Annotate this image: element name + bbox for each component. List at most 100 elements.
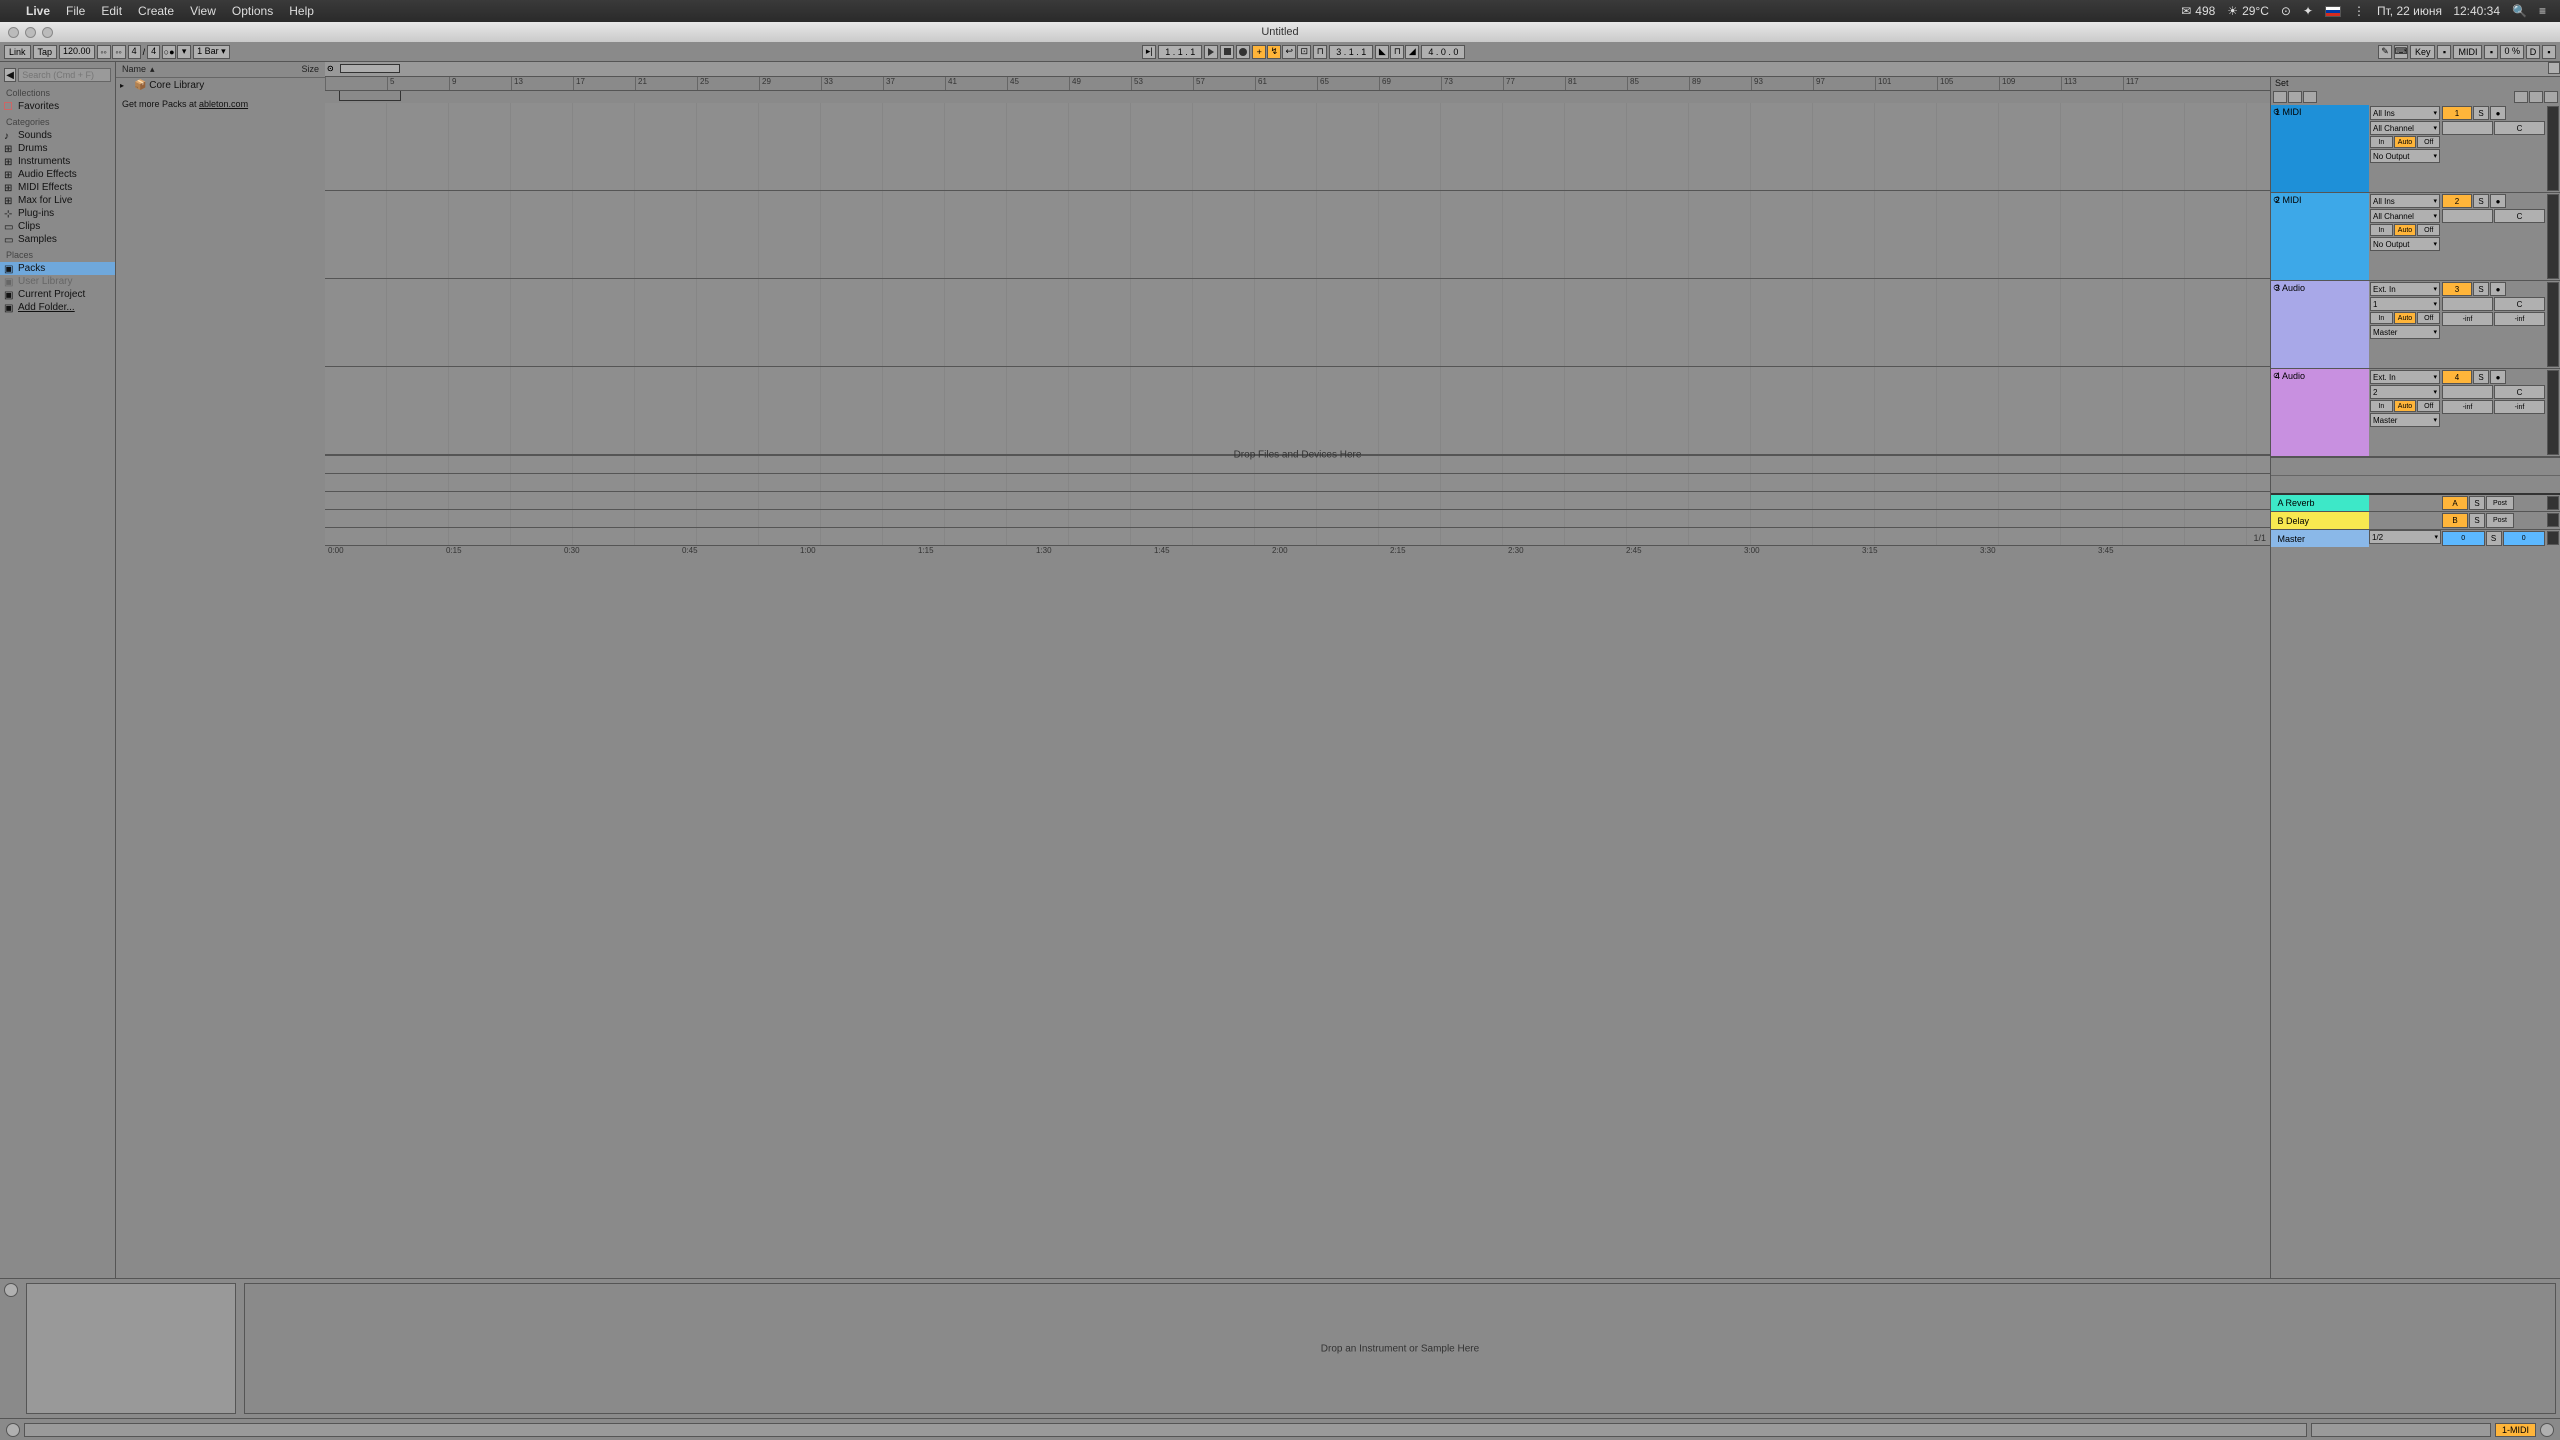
input-channel-select[interactable]: All Channel bbox=[2370, 209, 2440, 223]
automation-lane-header[interactable] bbox=[2271, 458, 2560, 476]
input-type-select[interactable]: All Ins bbox=[2370, 194, 2440, 208]
draw-mode-button[interactable]: ✎ bbox=[2378, 45, 2392, 59]
track-lane[interactable] bbox=[325, 367, 2270, 455]
arrangement-overview[interactable] bbox=[325, 62, 2560, 77]
master-lane[interactable]: 1/1 bbox=[325, 527, 2270, 545]
category-samples[interactable]: ▭Samples bbox=[0, 233, 115, 246]
edit-menu[interactable]: Edit bbox=[93, 4, 130, 18]
monitor-auto-button[interactable]: Auto bbox=[2394, 136, 2417, 148]
solo-button[interactable]: S bbox=[2473, 370, 2489, 384]
category-clips[interactable]: ▭Clips bbox=[0, 220, 115, 233]
input-channel-select[interactable]: 1 bbox=[2370, 297, 2440, 311]
send-a-knob[interactable] bbox=[2442, 385, 2493, 399]
track-activator-button[interactable]: 1 bbox=[2442, 106, 2472, 120]
arm-button[interactable]: ● bbox=[2490, 106, 2506, 120]
monitor-in-button[interactable]: In bbox=[2370, 312, 2393, 324]
pan-knob[interactable]: C bbox=[2494, 297, 2545, 311]
send-a-knob[interactable] bbox=[2442, 209, 2493, 223]
track-display-options[interactable] bbox=[2271, 91, 2560, 105]
reenable-automation-button[interactable]: ↩ bbox=[1282, 45, 1296, 59]
view-menu[interactable]: View bbox=[182, 4, 224, 18]
track-activator-button[interactable]: 3 bbox=[2442, 282, 2472, 296]
browser-col-name[interactable]: Name bbox=[122, 64, 146, 75]
monitor-off-button[interactable]: Off bbox=[2417, 312, 2440, 324]
output-type-select[interactable]: No Output bbox=[2370, 237, 2440, 251]
monitor-in-button[interactable]: In bbox=[2370, 136, 2393, 148]
stop-button[interactable] bbox=[1220, 45, 1234, 59]
cue-volume[interactable]: 0 bbox=[2503, 531, 2546, 546]
solo-button[interactable]: S bbox=[2486, 531, 2502, 546]
loop-switch-button[interactable]: ⊓ bbox=[1390, 45, 1404, 59]
punch-in-button[interactable]: ◣ bbox=[1375, 45, 1389, 59]
punch-out-button[interactable]: ◢ bbox=[1405, 45, 1419, 59]
place-user-library[interactable]: ▣User Library bbox=[0, 275, 115, 288]
category-plugins[interactable]: ⊹Plug-ins bbox=[0, 207, 115, 220]
master-title[interactable]: ⊙ Master bbox=[2271, 530, 2369, 547]
send-b-value[interactable]: -inf bbox=[2494, 400, 2545, 414]
link-button[interactable]: Link bbox=[4, 45, 31, 59]
track-activator-button[interactable]: 4 bbox=[2442, 370, 2472, 384]
tempo-field[interactable]: 120.00 bbox=[59, 45, 95, 59]
capture-button[interactable]: ⊡ bbox=[1297, 45, 1311, 59]
overdub-button[interactable]: + bbox=[1252, 45, 1266, 59]
overview-viewport[interactable] bbox=[340, 64, 400, 73]
track-lane[interactable] bbox=[325, 191, 2270, 279]
return-lane[interactable] bbox=[325, 509, 2270, 527]
send-a-value[interactable]: -inf bbox=[2442, 400, 2493, 414]
arm-button[interactable]: ● bbox=[2490, 194, 2506, 208]
spotlight-icon[interactable]: 🔍 bbox=[2506, 4, 2533, 18]
monitor-off-button[interactable]: Off bbox=[2417, 224, 2440, 236]
create-menu[interactable]: Create bbox=[130, 4, 182, 18]
category-sounds[interactable]: ♪Sounds bbox=[0, 129, 115, 142]
category-instruments[interactable]: ⊞Instruments bbox=[0, 155, 115, 168]
wifi-icon[interactable]: ⋮ bbox=[2347, 4, 2371, 18]
category-audio-effects[interactable]: ⊞Audio Effects bbox=[0, 168, 115, 181]
output-type-select[interactable]: Master bbox=[2370, 413, 2440, 427]
midi-map-button[interactable]: MIDI bbox=[2453, 45, 2482, 59]
loop-brace[interactable] bbox=[325, 91, 2270, 103]
automation-lane-header[interactable] bbox=[2271, 476, 2560, 494]
notification-center-icon[interactable]: ≡ bbox=[2533, 4, 2552, 18]
tap-tempo-button[interactable]: Tap bbox=[33, 45, 58, 59]
key-map-button[interactable]: Key bbox=[2410, 45, 2436, 59]
weather-status[interactable]: ☀29°C bbox=[2221, 4, 2275, 18]
send-a-knob[interactable] bbox=[2442, 297, 2493, 311]
input-channel-select[interactable]: All Channel bbox=[2370, 121, 2440, 135]
app-menu[interactable]: Live bbox=[18, 4, 58, 18]
input-type-select[interactable]: Ext. In bbox=[2370, 370, 2440, 384]
play-button[interactable] bbox=[1204, 45, 1218, 59]
track-title[interactable]: ⊙1 MIDI bbox=[2271, 105, 2369, 192]
help-menu[interactable]: Help bbox=[281, 4, 322, 18]
monitor-in-button[interactable]: In bbox=[2370, 224, 2393, 236]
monitor-off-button[interactable]: Off bbox=[2417, 136, 2440, 148]
sort-indicator-icon[interactable]: ▴ bbox=[150, 64, 155, 75]
post-button[interactable]: Post bbox=[2486, 513, 2514, 528]
time-sig-numerator[interactable]: 4 bbox=[128, 45, 141, 59]
menu-extra-icon[interactable]: ✦ bbox=[2297, 4, 2319, 18]
selected-track-indicator[interactable]: 1-MIDI bbox=[2495, 1423, 2536, 1437]
solo-button[interactable]: S bbox=[2469, 513, 2485, 528]
output-type-select[interactable]: No Output bbox=[2370, 149, 2440, 163]
computer-midi-keyboard-button[interactable]: ⌨ bbox=[2394, 45, 2408, 59]
place-add-folder[interactable]: ▣Add Folder... bbox=[0, 301, 115, 314]
loop-start[interactable]: 3 . 1 . 1 bbox=[1329, 45, 1373, 59]
browser-search-input[interactable] bbox=[18, 68, 111, 82]
monitor-auto-button[interactable]: Auto bbox=[2394, 224, 2417, 236]
arm-button[interactable]: ● bbox=[2490, 282, 2506, 296]
automation-arm-button[interactable]: ↯ bbox=[1267, 45, 1281, 59]
loop-button[interactable]: ⊓ bbox=[1313, 45, 1327, 59]
follow-button[interactable]: ▸| bbox=[1142, 45, 1156, 59]
track-activator-button[interactable]: 2 bbox=[2442, 194, 2472, 208]
return-activator-button[interactable]: B bbox=[2442, 513, 2468, 528]
menu-extra-icon[interactable]: ⊙ bbox=[2275, 4, 2297, 18]
nudge-tempo-buttons[interactable]: ◦◦◦◦ bbox=[97, 45, 126, 59]
options-menu[interactable]: Options bbox=[224, 4, 281, 18]
automation-lane[interactable] bbox=[325, 473, 2270, 491]
category-max-for-live[interactable]: ⊞Max for Live bbox=[0, 194, 115, 207]
favorites-item[interactable]: Favorites bbox=[0, 100, 115, 113]
track-title[interactable]: ⊙2 MIDI bbox=[2271, 193, 2369, 280]
session-arrangement-toggle[interactable] bbox=[2548, 62, 2560, 74]
ableton-link[interactable]: ableton.com bbox=[199, 99, 248, 109]
pan-knob[interactable]: C bbox=[2494, 209, 2545, 223]
send-a-value[interactable]: -inf bbox=[2442, 312, 2493, 326]
